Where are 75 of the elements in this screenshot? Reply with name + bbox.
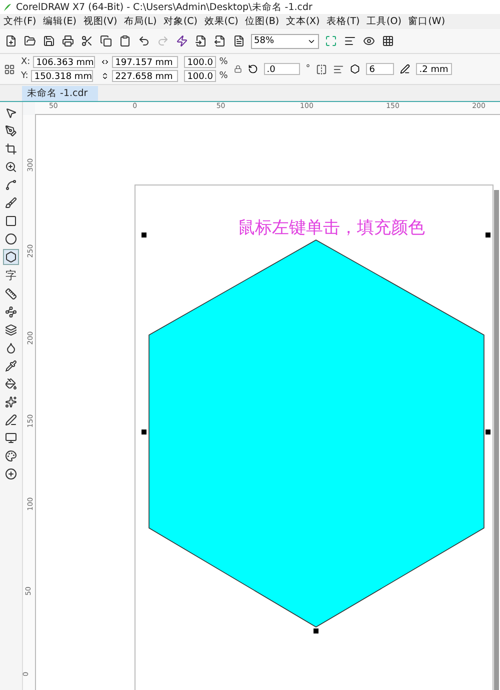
percent-label: %	[219, 57, 228, 67]
menu-item[interactable]: 位图(B)	[242, 15, 282, 28]
menu-item[interactable]: 对象(C)	[160, 15, 201, 28]
pointer-icon[interactable]	[4, 106, 18, 120]
new-file-icon[interactable]	[4, 34, 18, 48]
outline-icon	[400, 64, 410, 74]
polygon-icon	[350, 64, 360, 74]
open-icon[interactable]	[23, 34, 37, 48]
sparkles-icon[interactable]	[4, 395, 18, 409]
menu-item[interactable]: 视图(V)	[80, 15, 121, 28]
grid-icon[interactable]	[381, 34, 395, 48]
cut-icon[interactable]	[80, 34, 94, 48]
menu-item[interactable]: 文本(X)	[282, 15, 324, 28]
export-icon[interactable]	[213, 34, 227, 48]
ellipse-icon[interactable]	[4, 232, 18, 246]
sides-field[interactable]: 6	[366, 63, 394, 75]
eye-icon[interactable]	[362, 34, 376, 48]
menu-item[interactable]: 效果(C)	[200, 15, 242, 28]
menu-item[interactable]: 文件(F)	[0, 15, 40, 28]
menu-item[interactable]: 工具(O)	[363, 15, 405, 28]
document-icon[interactable]	[232, 34, 246, 48]
mirror-icon[interactable]	[316, 64, 328, 74]
text-tool[interactable]: 字	[6, 268, 16, 283]
ruler-icon[interactable]	[4, 287, 18, 301]
zoom-icon[interactable]	[4, 160, 18, 174]
menu-item[interactable]: 布局(L)	[120, 15, 160, 28]
width-icon	[101, 58, 110, 66]
scale-x-field[interactable]: 100.0	[184, 56, 216, 68]
menu-item[interactable]: 表格(T)	[323, 15, 364, 28]
menu-item[interactable]: 窗口(W)	[404, 15, 448, 28]
save-icon[interactable]	[42, 34, 56, 48]
copy-icon[interactable]	[99, 34, 113, 48]
import-icon[interactable]	[194, 34, 208, 48]
annotation-text: 鼠标左键单击，填充颜色	[238, 217, 425, 239]
paint-bucket-icon[interactable]	[4, 377, 18, 391]
zoom-fit-icon[interactable]	[324, 34, 338, 48]
brush-icon[interactable]	[4, 196, 18, 210]
app-logo-icon	[3, 2, 12, 12]
width-field[interactable]: 197.157 mm	[112, 56, 178, 68]
height-icon	[101, 72, 110, 80]
monitor-icon[interactable]	[4, 431, 18, 445]
layers-icon[interactable]	[4, 323, 18, 337]
palette-icon[interactable]	[4, 449, 18, 463]
document-tab[interactable]: 未命名 -1.cdr	[22, 86, 98, 101]
paste-icon[interactable]	[118, 34, 132, 48]
add-icon[interactable]	[4, 467, 18, 481]
hexagon-icon[interactable]	[4, 250, 18, 264]
x-label: X:	[21, 57, 30, 67]
crop-icon[interactable]	[4, 142, 18, 156]
lightning-icon[interactable]	[175, 34, 189, 48]
y-label: Y:	[21, 71, 28, 81]
scale-y-field[interactable]: 100.0	[184, 70, 216, 82]
droplet-icon[interactable]	[4, 341, 18, 355]
menu-item[interactable]: 编辑(E)	[40, 15, 80, 28]
zoom-dropdown[interactable]: 58%	[251, 34, 319, 48]
height-field[interactable]: 227.658 mm	[112, 70, 178, 82]
outline-field[interactable]: .2 mm	[416, 63, 452, 75]
position-icon	[4, 64, 15, 74]
pen-icon[interactable]	[4, 413, 18, 427]
align-icon[interactable]	[333, 64, 344, 74]
lock-icon[interactable]	[234, 65, 242, 73]
rectangle-icon[interactable]	[4, 214, 18, 228]
curve-icon[interactable]	[4, 178, 18, 192]
undo-icon[interactable]	[137, 34, 151, 48]
title-text: CorelDRAW X7 (64-Bit) - C:\Users\Admin\Desktop\未命名 -1.cdr	[16, 0, 312, 14]
rotate-icon	[248, 64, 258, 74]
x-field[interactable]: 106.363 mm	[33, 56, 96, 68]
connector-icon[interactable]	[4, 305, 18, 319]
print-icon[interactable]	[61, 34, 75, 48]
degree-label: °	[306, 64, 310, 74]
rotation-field[interactable]: .0	[264, 63, 300, 75]
pen-nib-icon[interactable]	[4, 124, 18, 138]
eyedropper-icon[interactable]	[4, 359, 18, 373]
percent-label: %	[219, 71, 228, 81]
y-field[interactable]: 150.318 mm	[31, 70, 94, 82]
